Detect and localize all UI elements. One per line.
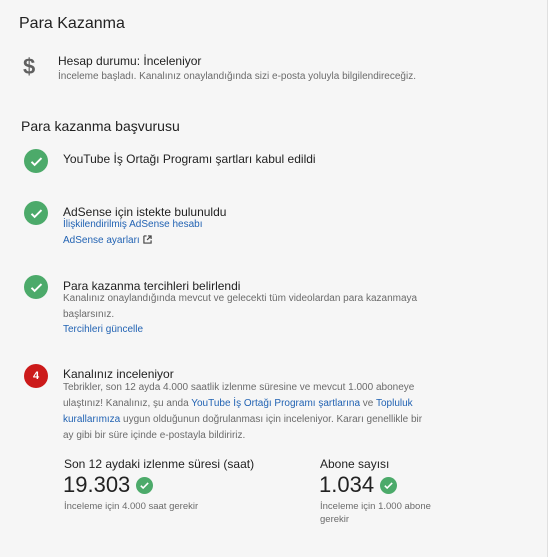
check-icon — [136, 476, 154, 494]
community-guidelines-link[interactable]: Topluluk — [376, 398, 413, 409]
check-icon — [24, 275, 48, 299]
subscriber-requirement-line1: İnceleme için 1.000 abone — [320, 501, 431, 512]
watch-time-label: Son 12 aydaki izlenme süresi (saat) — [64, 457, 255, 471]
check-icon — [24, 149, 48, 173]
adsense-settings-row: AdSense ayarları — [63, 233, 152, 249]
page-title: Para Kazanma — [19, 15, 125, 32]
subscriber-count-label: Abone sayısı — [320, 457, 390, 471]
preferences-description-line1: Kanalınız onaylandığında mevcut ve gelec… — [63, 293, 418, 304]
review-description-line2: ulaştınız! Kanalınız, şu anda YouTube İş… — [63, 398, 413, 409]
adsense-settings-link[interactable]: AdSense ayarları — [63, 235, 152, 246]
update-preferences-link[interactable]: Tercihleri güncelle — [63, 324, 143, 335]
preferences-description-line2: başlarsınız. — [63, 309, 115, 320]
panel-divider — [547, 0, 548, 557]
update-preferences-row: Tercihleri güncelle — [63, 322, 143, 338]
step-partner-terms: YouTube İş Ortağı Programı şartları kabu… — [63, 152, 316, 166]
monetization-panel: Para Kazanma $ Hesap durumu: İnceleniyor… — [0, 0, 547, 557]
subscriber-count-value: 1.034 — [319, 472, 398, 498]
linked-adsense-account-link[interactable]: İlişkilendirilmiş AdSense hesabı — [63, 219, 203, 230]
account-status-title: Hesap durumu: İnceleniyor — [58, 54, 202, 68]
account-status-subtitle: İnceleme başladı. Kanalınız onaylandığın… — [58, 71, 416, 82]
subscriber-requirement-line2: gerekir — [320, 514, 350, 525]
review-description-line4: ay gibi bir süre içinde e-postayla bildi… — [63, 430, 246, 441]
check-icon — [24, 201, 48, 225]
adsense-account-link-row: İlişkilendirilmiş AdSense hesabı — [63, 217, 203, 233]
watch-time-value: 19.303 — [63, 472, 154, 498]
community-guidelines-link-cont[interactable]: kurallarımıza — [63, 414, 120, 425]
step-number-badge: 4 — [24, 364, 48, 388]
watch-time-requirement: İnceleme için 4.000 saat gerekir — [64, 501, 199, 512]
external-link-icon — [143, 235, 152, 244]
check-icon — [380, 476, 398, 494]
application-section-title: Para kazanma başvurusu — [21, 118, 180, 134]
partner-program-terms-link[interactable]: YouTube İş Ortağı Programı şartlarına — [191, 398, 360, 409]
review-description-line3: kurallarımıza uygun olduğunun doğrulanma… — [63, 414, 423, 425]
dollar-icon: $ — [23, 54, 36, 79]
step-channel-review: Kanalınız inceleniyor — [63, 367, 174, 381]
review-description-line1: Tebrikler, son 12 ayda 4.000 saatlik izl… — [63, 382, 415, 393]
